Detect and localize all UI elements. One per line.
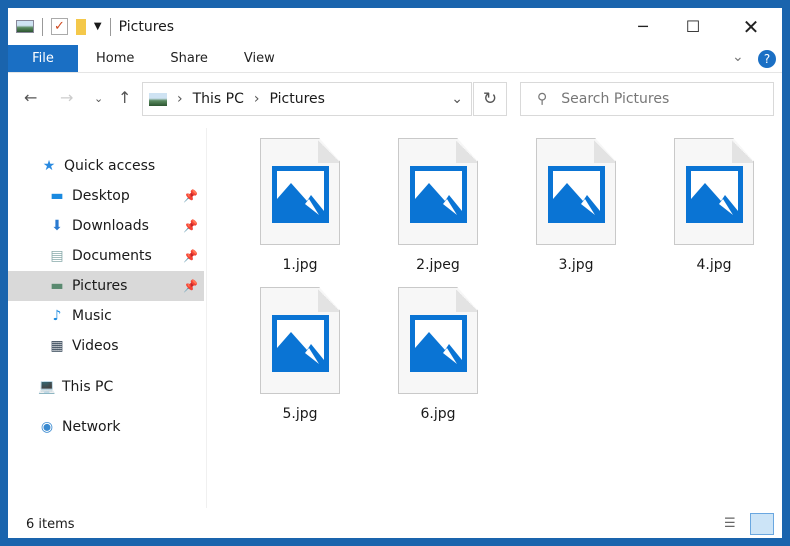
- window-title: Pictures: [118, 18, 175, 35]
- sidebar-item-label: Desktop: [72, 188, 130, 204]
- back-button[interactable]: ←: [24, 88, 37, 107]
- download-icon: ⬇: [51, 218, 63, 234]
- pin-icon[interactable]: 📌: [183, 249, 198, 263]
- divider: [42, 17, 43, 36]
- sidebar-item-label: Downloads: [72, 218, 149, 234]
- sidebar-item-label: Music: [72, 308, 112, 324]
- tab-file[interactable]: File: [8, 45, 78, 72]
- large-icons-view-button[interactable]: [750, 513, 774, 535]
- maximize-button[interactable]: ☐: [670, 8, 716, 45]
- sidebar-item-quick-access[interactable]: ★ Quick access: [8, 151, 204, 181]
- network-icon: ◉: [40, 419, 54, 435]
- title-bar: ✓ ▼ Pictures ─ ☐ ✕: [8, 8, 782, 45]
- sidebar-item-this-pc[interactable]: 💻 This PC: [8, 372, 204, 402]
- pin-icon[interactable]: 📌: [183, 219, 198, 233]
- sidebar-item-network[interactable]: ◉ Network: [8, 412, 204, 442]
- search-input[interactable]: ⚲ Search Pictures: [520, 82, 774, 116]
- sidebar-item-label: Videos: [72, 338, 119, 354]
- up-button[interactable]: ↑: [118, 88, 131, 107]
- chevron-down-icon[interactable]: ⌄: [451, 91, 463, 107]
- ribbon-tabs: File Home Share View ⌄ ?: [8, 45, 782, 73]
- new-folder-icon[interactable]: [75, 18, 86, 35]
- videos-icon: ▦: [50, 338, 64, 354]
- desktop-icon: ▬: [50, 188, 64, 204]
- tab-home[interactable]: Home: [78, 45, 152, 72]
- divider: [109, 17, 111, 36]
- properties-icon[interactable]: ✓: [51, 18, 68, 35]
- image-file-icon: [260, 138, 340, 245]
- breadcrumb-this-pc[interactable]: This PC: [193, 91, 244, 107]
- file-name: 5.jpg: [282, 406, 318, 422]
- status-bar: 6 items ☰: [8, 510, 782, 538]
- file-item[interactable]: 4.jpg: [659, 138, 769, 273]
- pictures-icon: [149, 92, 167, 106]
- sidebar-item-pictures[interactable]: ▬ Pictures 📌: [8, 271, 204, 301]
- sidebar-item-label: Network: [62, 419, 121, 435]
- documents-icon: ▤: [50, 248, 64, 264]
- sidebar-item-desktop[interactable]: ▬ Desktop 📌: [8, 181, 204, 211]
- sidebar-item-label: This PC: [62, 379, 114, 395]
- file-name: 2.jpeg: [416, 257, 460, 273]
- minimize-button[interactable]: ─: [620, 8, 666, 45]
- explorer-window: ✓ ▼ Pictures ─ ☐ ✕ File Home Share View …: [8, 8, 782, 538]
- close-button[interactable]: ✕: [728, 8, 774, 45]
- image-file-icon: [674, 138, 754, 245]
- help-icon[interactable]: ?: [758, 50, 776, 68]
- chevron-right-icon: ›: [253, 91, 260, 107]
- music-icon: ♪: [52, 308, 62, 324]
- file-item[interactable]: 1.jpg: [245, 138, 355, 273]
- file-name: 6.jpg: [420, 406, 456, 422]
- pin-icon[interactable]: 📌: [183, 279, 198, 293]
- forward-button[interactable]: →: [60, 88, 73, 107]
- computer-icon: 💻: [38, 379, 56, 395]
- pin-icon[interactable]: 📌: [183, 189, 198, 203]
- breadcrumb-pictures[interactable]: Pictures: [270, 91, 325, 107]
- expand-ribbon-icon[interactable]: ⌄: [732, 49, 744, 65]
- file-name: 4.jpg: [696, 257, 732, 273]
- pictures-icon: ▬: [50, 278, 64, 294]
- file-name: 3.jpg: [558, 257, 594, 273]
- search-placeholder: Search Pictures: [561, 91, 670, 107]
- recent-locations-button[interactable]: ⌄: [94, 92, 103, 105]
- file-item[interactable]: 3.jpg: [521, 138, 631, 273]
- image-file-icon: [398, 138, 478, 245]
- chevron-down-icon[interactable]: ▼: [94, 21, 102, 32]
- tab-view[interactable]: View: [226, 45, 293, 72]
- sidebar-item-label: Pictures: [72, 278, 128, 294]
- search-icon: ⚲: [537, 91, 548, 107]
- image-file-icon: [260, 287, 340, 394]
- sidebar-item-label: Documents: [72, 248, 152, 264]
- image-file-icon: [398, 287, 478, 394]
- sidebar-item-videos[interactable]: ▦ Videos: [8, 331, 204, 361]
- item-count: 6 items: [26, 516, 75, 532]
- navigation-bar: ← → ⌄ ↑ › This PC › Pictures ⌄ ↻ ⚲ Searc…: [8, 80, 782, 118]
- sidebar-item-music[interactable]: ♪ Music: [8, 301, 204, 331]
- address-bar[interactable]: › This PC › Pictures ⌄: [142, 82, 472, 116]
- pictures-icon: [16, 20, 34, 33]
- sidebar-item-label: Quick access: [64, 158, 156, 174]
- sidebar-item-documents[interactable]: ▤ Documents 📌: [8, 241, 204, 271]
- details-view-button[interactable]: ☰: [724, 516, 736, 531]
- refresh-button[interactable]: ↻: [473, 82, 507, 116]
- file-name: 1.jpg: [282, 257, 318, 273]
- file-item[interactable]: 5.jpg: [245, 287, 355, 422]
- chevron-right-icon: ›: [177, 91, 183, 107]
- image-file-icon: [536, 138, 616, 245]
- file-item[interactable]: 6.jpg: [383, 287, 493, 422]
- sidebar-item-downloads[interactable]: ⬇ Downloads 📌: [8, 211, 204, 241]
- file-item[interactable]: 2.jpeg: [383, 138, 493, 273]
- navigation-pane: ★ Quick access ▬ Desktop 📌 ⬇ Downloads 📌 ▤ Docume…: [8, 128, 207, 508]
- star-icon: ★: [42, 158, 56, 174]
- tab-share[interactable]: Share: [152, 45, 226, 72]
